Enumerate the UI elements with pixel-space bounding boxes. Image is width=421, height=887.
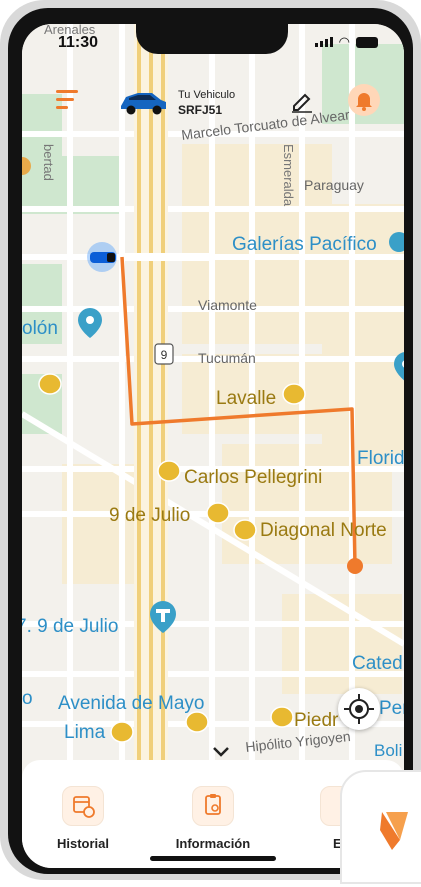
menu-button[interactable] [56, 90, 80, 112]
recenter-location-button[interactable] [338, 688, 380, 730]
map-label-colon: olón [22, 318, 58, 339]
map-top-bar: Tu Vehiculo SRFJ51 [22, 82, 404, 122]
collapse-panel-button[interactable] [198, 734, 244, 772]
orange-logo-icon [380, 812, 408, 850]
map-label-avenida-de-mayo: Avenida de Mayo [58, 693, 204, 714]
notifications-button[interactable] [348, 84, 380, 116]
route-destination-marker [347, 558, 363, 574]
map-label-galerias: Galerías Pacífico [232, 234, 377, 255]
map-label-catedral: Catedr [352, 653, 404, 674]
overlay-app-card [340, 770, 421, 884]
status-time: 11:30 [58, 34, 99, 51]
subway-station-icon [233, 519, 257, 541]
map-label-9-de-julio-ave: 7. 9 de Julio [22, 616, 118, 637]
camera-notch [136, 24, 288, 54]
map-label-9-de-julio-station: 9 de Julio [109, 505, 190, 526]
signal-icon [314, 37, 333, 47]
map-label-tucuman: Tucumán [198, 350, 256, 366]
map-label-bolivar: Boli [374, 741, 402, 760]
subway-station-icon [282, 383, 306, 405]
subway-station-icon [270, 706, 294, 728]
subway-station-icon [206, 502, 230, 524]
car-icon [121, 93, 166, 115]
battery-icon [356, 36, 378, 48]
subway-station-icon [185, 711, 209, 733]
map-label-o: o [22, 688, 33, 709]
map-label-florida: Florida [357, 448, 404, 469]
wifi-icon: ◠ [338, 34, 350, 49]
bell-icon [356, 93, 372, 111]
menu-icon [56, 90, 78, 93]
map-label-lima: Lima [64, 722, 106, 743]
map-label-peru: Per [379, 698, 404, 719]
edit-vehicle-button[interactable] [290, 90, 314, 114]
nav-informacion[interactable]: Información [168, 786, 258, 851]
map-label-libertad: bertad [41, 144, 56, 181]
map-label-viamonte: Viamonte [198, 297, 257, 313]
home-indicator [150, 856, 276, 861]
map-label-esmeralda: Esmeralda [281, 144, 296, 207]
map-view[interactable]: 9 Arenales bertad Marcelo Torcuato de Al… [22, 24, 404, 784]
nav-historial-label: Historial [56, 836, 109, 851]
map-label-carlos-pellegrini: Carlos Pellegrini [184, 467, 322, 488]
subway-station-icon [38, 373, 62, 395]
nav-historial[interactable]: Historial [48, 786, 118, 851]
vehicle-plate: SRFJ51 [178, 103, 223, 117]
nav-informacion-label: Información [175, 836, 251, 851]
route-9-label: 9 [161, 348, 168, 362]
vehicle-selector[interactable]: Tu Vehiculo SRFJ51 [112, 82, 272, 126]
crosshair-icon [344, 694, 374, 724]
status-icons: ◠ [314, 34, 378, 49]
calendar-clock-icon [62, 786, 104, 826]
subway-station-icon [110, 721, 134, 743]
map-label-lavalle: Lavalle [216, 388, 276, 409]
map-label-piedras: Piedr [294, 710, 339, 731]
vehicle-title: Tu Vehiculo [178, 89, 236, 101]
map-label-diagonal-norte: Diagonal Norte [260, 520, 387, 541]
edit-icon [292, 93, 312, 113]
map-label-paraguay: Paraguay [304, 177, 364, 193]
subway-station-icon [157, 460, 181, 482]
chevron-down-icon [213, 747, 229, 757]
clipboard-search-icon [192, 786, 234, 826]
